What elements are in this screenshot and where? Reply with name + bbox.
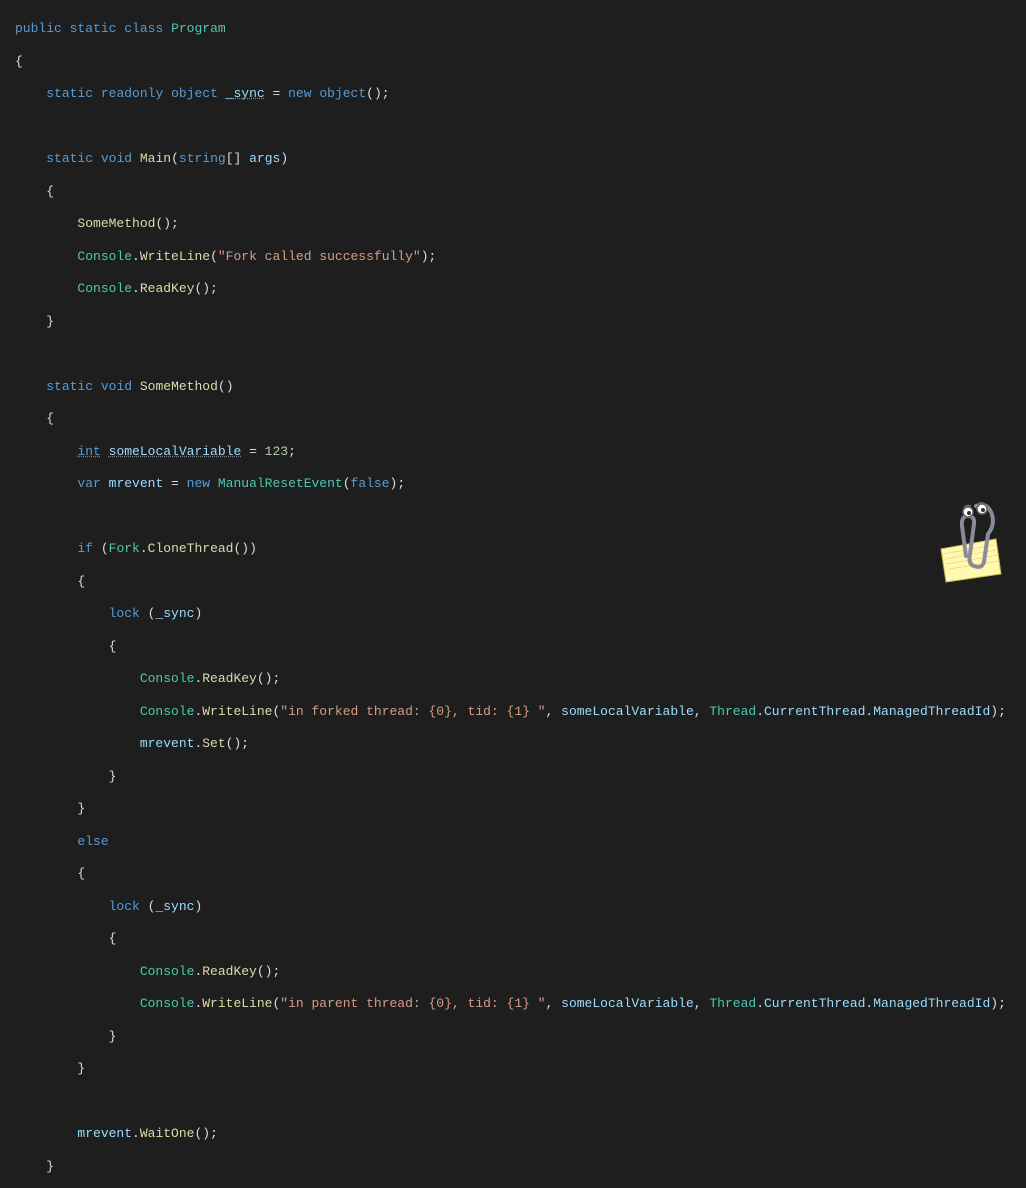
code-line: }	[15, 314, 1011, 330]
code-line: {	[15, 54, 1011, 70]
code-line: else	[15, 834, 1011, 850]
code-line: {	[15, 411, 1011, 427]
code-line: }	[15, 801, 1011, 817]
clippy-assistant-icon[interactable]	[926, 494, 1016, 584]
field-sync: _sync	[226, 86, 265, 101]
code-line: {	[15, 574, 1011, 590]
code-line: var mrevent = new ManualResetEvent(false…	[15, 476, 1011, 492]
code-line: static void Main(string[] args)	[15, 151, 1011, 167]
code-line: }	[15, 1159, 1011, 1175]
blank-line	[15, 346, 1011, 362]
code-line: static void SomeMethod()	[15, 379, 1011, 395]
code-line: {	[15, 931, 1011, 947]
code-line: {	[15, 184, 1011, 200]
code-line: Console.ReadKey();	[15, 964, 1011, 980]
class-name: Program	[171, 21, 226, 36]
code-line: static readonly object _sync = new objec…	[15, 86, 1011, 102]
code-line: {	[15, 639, 1011, 655]
code-line: Console.WriteLine("in parent thread: {0}…	[15, 996, 1011, 1012]
code-line: }	[15, 1061, 1011, 1077]
method-somemethod: SomeMethod	[140, 379, 218, 394]
code-line: lock (_sync)	[15, 899, 1011, 915]
blank-line	[15, 1094, 1011, 1110]
code-line: {	[15, 866, 1011, 882]
code-line: if (Fork.CloneThread())	[15, 541, 1011, 557]
code-line: public static class Program	[15, 21, 1011, 37]
code-line: mrevent.Set();	[15, 736, 1011, 752]
code-line: }	[15, 1029, 1011, 1045]
code-editor[interactable]: public static class Program { static rea…	[15, 5, 1011, 1188]
code-line: Console.ReadKey();	[15, 671, 1011, 687]
method-main: Main	[140, 151, 171, 166]
code-line: int someLocalVariable = 123;	[15, 444, 1011, 460]
code-line: Console.ReadKey();	[15, 281, 1011, 297]
code-line: lock (_sync)	[15, 606, 1011, 622]
code-line: Console.WriteLine("in forked thread: {0}…	[15, 704, 1011, 720]
code-line: mrevent.WaitOne();	[15, 1126, 1011, 1142]
keyword-public: public	[15, 21, 62, 36]
blank-line	[15, 119, 1011, 135]
keyword-class: class	[124, 21, 163, 36]
code-line: }	[15, 769, 1011, 785]
blank-line	[15, 509, 1011, 525]
code-line: Console.WriteLine("Fork called successfu…	[15, 249, 1011, 265]
keyword-static: static	[70, 21, 117, 36]
code-line: SomeMethod();	[15, 216, 1011, 232]
